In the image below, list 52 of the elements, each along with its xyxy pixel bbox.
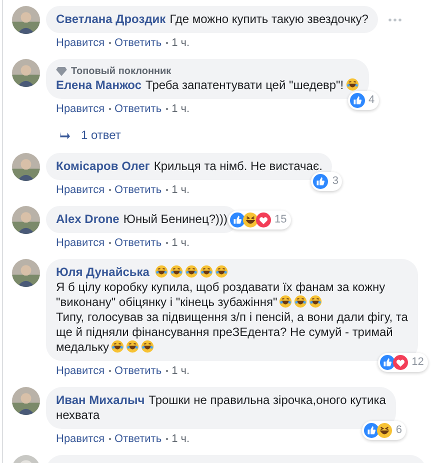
comment-action-link[interactable]: Ответить: [114, 103, 162, 115]
laughing-emoji-icon: [279, 295, 292, 308]
comment-action-link[interactable]: Ответить: [114, 37, 162, 49]
comment-text: медальку: [56, 340, 109, 354]
comment-action-link[interactable]: Нравится: [56, 103, 105, 115]
comment-action-link[interactable]: Нравится: [56, 184, 105, 196]
comment-text: Я б цілу коробку купила, щоб роздавати їх фанам за кожну: [56, 280, 386, 294]
fan-badge-label: Топовый поклонник: [71, 65, 172, 79]
comment-text: Где можно купить такую звездочку?: [170, 12, 368, 26]
laughing-emoji-icon: [140, 340, 154, 353]
comment-time[interactable]: 1 ч.: [172, 433, 190, 445]
comment-time[interactable]: 1 ч.: [172, 365, 190, 377]
author-name[interactable]: Комісаров Олег: [56, 159, 150, 173]
comment-action-link[interactable]: Нравится: [56, 37, 105, 49]
more-options-icon[interactable]: [388, 18, 402, 22]
replies-link[interactable]: 1 ответ: [81, 128, 121, 142]
author-name[interactable]: Alex Drone: [56, 212, 120, 226]
comment-action-link[interactable]: Ответить: [114, 365, 162, 377]
author-name[interactable]: Елена Манжос: [56, 78, 142, 92]
comment-action-link[interactable]: Нравится: [56, 433, 105, 445]
comment-time[interactable]: 1 ч.: [172, 103, 190, 115]
comment-text: Крильця та німб. Не вистачає.: [154, 159, 322, 173]
author-name[interactable]: Иван Михалыч: [56, 393, 145, 407]
comment-text: Треба запатентувати цей "шедевр"!: [146, 78, 344, 92]
diamond-icon: [56, 67, 67, 76]
laughing-emoji-icon: [309, 295, 322, 308]
reply-arrow-icon: [60, 130, 71, 140]
comment-time[interactable]: 1 ч.: [172, 37, 190, 49]
comment-time[interactable]: 1 ч.: [172, 184, 190, 196]
comment-action-link[interactable]: Ответить: [114, 237, 162, 249]
comment-action-link[interactable]: Нравится: [56, 365, 105, 377]
comment-text: "виконану" обіцянку і "кінець зубажіння": [56, 295, 278, 309]
laughing-emoji-icon: [155, 265, 168, 278]
comment-text: Трошки не правильна зірочка,оного кутика: [148, 393, 386, 407]
laughing-emoji-icon: [185, 265, 198, 278]
laughing-emoji-icon: [170, 265, 184, 278]
comment-action-link[interactable]: Ответить: [114, 184, 162, 196]
laughing-emoji-icon: [294, 295, 308, 308]
laughing-emoji-icon: [126, 340, 139, 353]
comment-action-link[interactable]: Нравится: [56, 237, 105, 249]
comment-text: ще й підняли фінансування преЗЕдента? Не сумуй - тримай: [56, 325, 393, 339]
laughing-emoji-icon: [110, 340, 124, 353]
laughing-emoji-icon: [346, 78, 359, 91]
author-name[interactable]: Юля Дунайська: [56, 265, 150, 279]
comment-time[interactable]: 1 ч.: [172, 237, 190, 249]
comment-text: нехвата: [56, 408, 100, 422]
comment-text: Типу, голосував за підвищення з/п і пенсій, а вони дали фігу, та: [56, 310, 408, 324]
comment-action-link[interactable]: Ответить: [114, 433, 162, 445]
author-name[interactable]: Светлана Дроздик: [56, 12, 166, 26]
laughing-emoji-icon: [200, 265, 214, 278]
comment-text: Юный Бенинец?))): [123, 212, 228, 226]
laughing-emoji-icon: [215, 265, 228, 278]
